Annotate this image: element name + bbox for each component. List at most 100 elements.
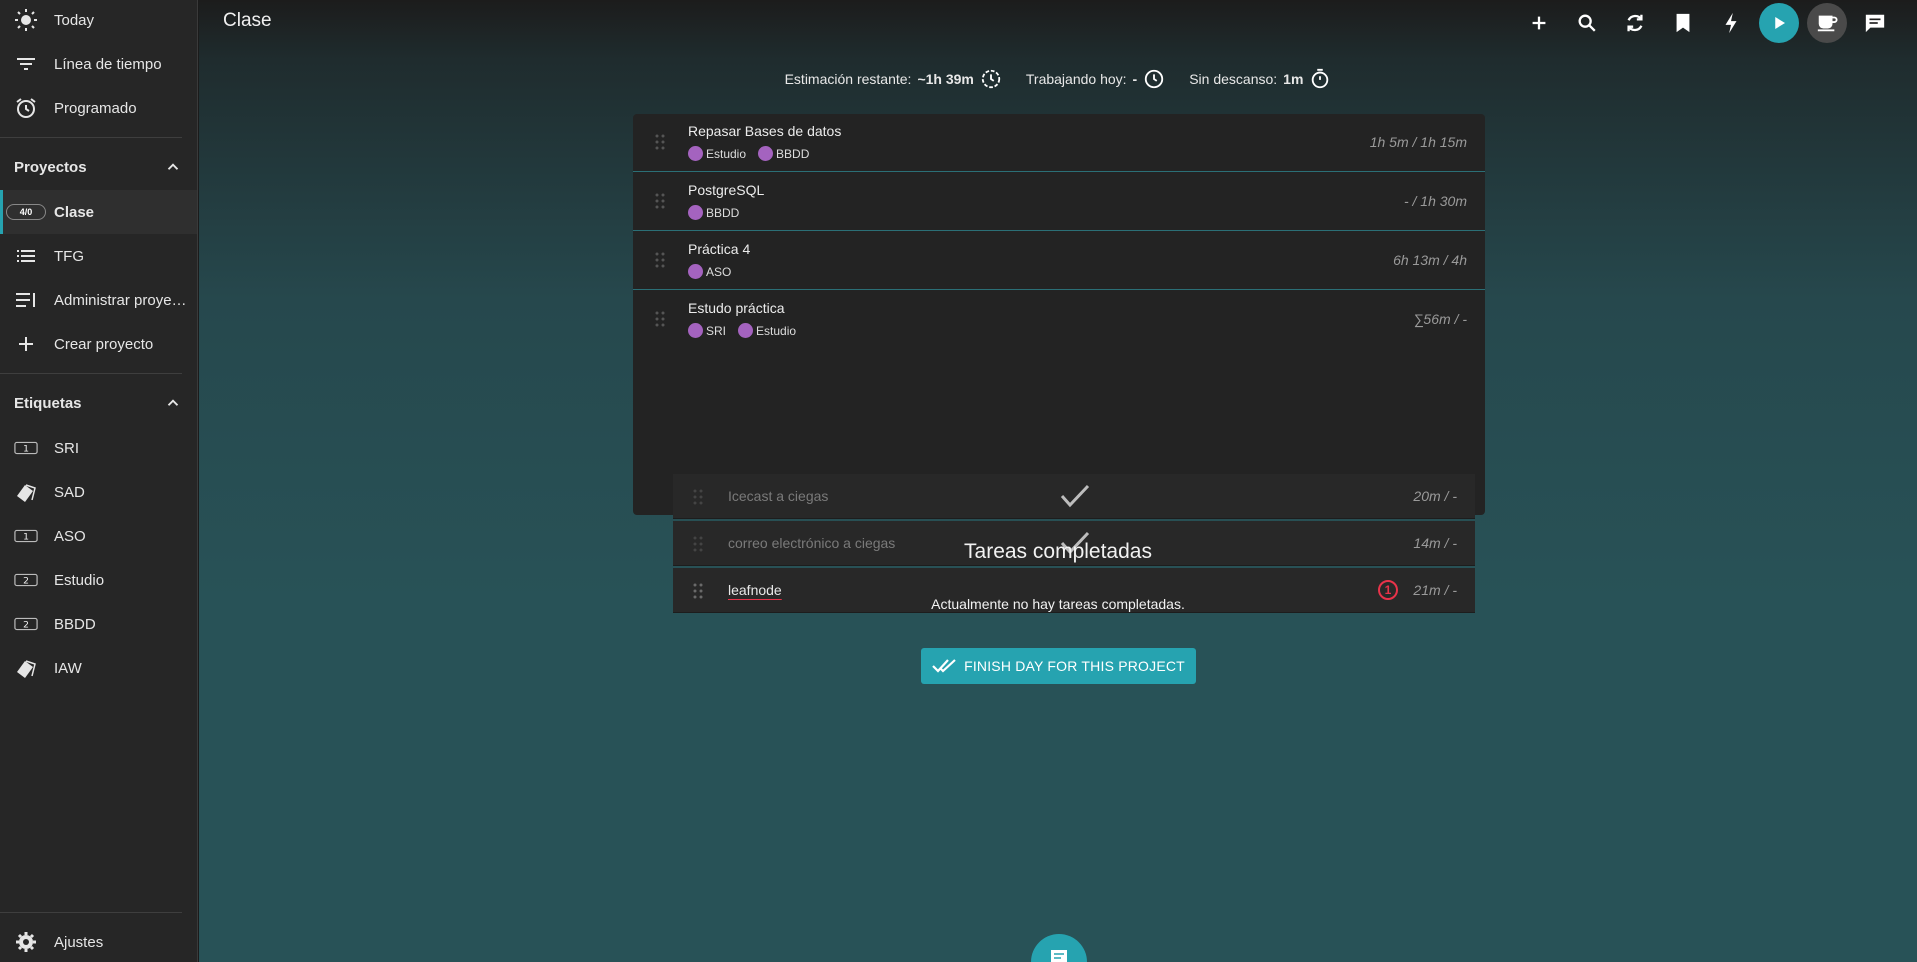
sidebar-item-tfg[interactable]: TFG [0,234,197,278]
task-row[interactable]: Estudo práctica SRI Estudio ∑56m / - [633,291,1485,349]
subtask-time: 20m / - [1413,488,1457,504]
search-icon [1578,14,1596,32]
sidebar-item-today[interactable]: Today [0,0,197,42]
sidebar-tag-sad[interactable]: SAD [0,470,197,514]
task-row[interactable]: Repasar Bases de datos Estudio BBDD 1h 5… [633,114,1485,172]
sidebar-item-settings[interactable]: Ajustes [0,920,197,962]
toolbar [1515,3,1899,43]
drag-handle-icon[interactable] [655,252,665,268]
sync-icon [1627,14,1643,32]
tag-chip[interactable]: ASO [688,264,731,279]
play-icon [1775,17,1785,29]
coffee-icon [1817,15,1838,32]
sidebar-item-label: Línea de tiempo [54,55,162,73]
stopwatch-icon [1312,68,1329,89]
stat-label: Trabajando hoy: [1025,71,1127,87]
sun-icon [14,8,38,32]
search-button[interactable] [1563,3,1611,43]
notes-button[interactable] [1851,3,1899,43]
sidebar-item-label: Ajustes [54,933,104,951]
sidebar: Today Línea de tiempo Programado Proyect… [0,0,198,962]
focus-mode-button[interactable] [1707,3,1755,43]
sidebar-item-scheduled[interactable]: Programado [0,86,197,130]
sidebar-item-label: ASO [54,527,86,545]
chevron-up-icon [167,399,179,406]
sidebar-item-label: Today [54,11,95,29]
subtask-title: Icecast a ciegas [728,488,829,504]
task-list: Repasar Bases de datos Estudio BBDD 1h 5… [633,114,1485,613]
drag-handle-icon[interactable] [693,489,703,505]
projects-heading: Proyectos [14,158,87,176]
timeline-icon [14,52,38,76]
cards-tag-icon [14,480,38,504]
sidebar-tag-sri[interactable]: 1 SRI [0,426,197,470]
tag-chip[interactable]: BBDD [758,146,809,161]
remaining-estimate: Estimación restante: ~1h 39m [785,68,1002,90]
sidebar-item-create-project[interactable]: Crear proyecto [0,322,197,366]
subtask-row[interactable]: Icecast a ciegas 20m / - [673,474,1475,519]
notes-fab-button[interactable] [1031,934,1087,962]
project-progress-badge: 4/0 [6,204,46,220]
projects-section-header[interactable]: Proyectos [14,155,182,179]
play-button[interactable] [1759,3,1799,43]
task-time: 1h 5m / 1h 15m [1369,134,1467,150]
divider [0,912,182,913]
completed-empty-text: Actualmente no hay tareas completadas. [931,596,1185,612]
lightning-icon [1725,12,1737,34]
tag-chip[interactable]: Estudio [738,323,796,338]
sidebar-item-label: Estudio [54,571,105,589]
task-tags: SRI Estudio [688,323,796,338]
task-title: Práctica 4 [688,241,751,257]
stats-bar: Estimación restante: ~1h 39m Trabajando … [199,68,1917,90]
tag-chip[interactable]: Estudio [688,146,746,161]
timer-tag-icon: 1 [14,524,38,548]
chevron-up-icon [167,163,179,170]
sidebar-item-timeline[interactable]: Línea de tiempo [0,42,197,86]
tags-section-header[interactable]: Etiquetas [14,391,182,415]
sidebar-item-label: Programado [54,99,137,117]
plus-icon [14,332,38,356]
checkmark-icon[interactable] [1059,482,1091,510]
task-row[interactable]: PostgreSQL BBDD - / 1h 30m [633,173,1485,231]
plus-icon [1532,16,1546,30]
completed-heading: Tareas completadas [964,540,1152,563]
timer-tag-icon: 2 [14,612,38,636]
break-button[interactable] [1807,3,1847,43]
tag-chip[interactable]: BBDD [688,205,739,220]
sidebar-tag-estudio[interactable]: 2 Estudio [0,558,197,602]
task-tags: Estudio BBDD [688,146,809,161]
sidebar-item-manage-projects[interactable]: Administrar proyectos [0,278,197,322]
task-time: 6h 13m / 4h [1393,252,1467,268]
timer-tag-icon: 2 [14,568,38,592]
svg-text:1: 1 [23,532,29,543]
sidebar-item-label: Clase [54,203,95,221]
sidebar-item-clase[interactable]: 4/0 Clase [0,190,197,234]
drag-handle-icon[interactable] [655,193,665,209]
bookmark-button[interactable] [1659,3,1707,43]
working-today: Trabajando hoy: - [1026,68,1165,90]
list-icon [14,244,38,268]
sidebar-tag-bbdd[interactable]: 2 BBDD [0,602,197,646]
drag-handle-icon[interactable] [655,311,665,327]
stat-value: ~1h 39m [917,71,974,87]
bookmark-icon [1676,13,1690,33]
sidebar-tag-aso[interactable]: 1 ASO [0,514,197,558]
sync-button[interactable] [1611,3,1659,43]
add-task-button[interactable] [1515,3,1563,43]
manage-list-icon [14,288,38,312]
sidebar-tag-iaw[interactable]: IAW [0,646,197,690]
task-row[interactable]: Práctica 4 ASO 6h 13m / 4h [633,232,1485,290]
stat-value: 1m [1283,71,1304,87]
stat-value: - [1132,71,1138,87]
task-title: PostgreSQL [688,182,765,198]
finish-day-button[interactable]: FINISH DAY FOR THIS PROJECT [921,648,1196,684]
clock-icon [981,69,1001,89]
tag-chip[interactable]: SRI [688,323,726,338]
svg-text:2: 2 [23,576,29,587]
sidebar-item-label: SRI [54,439,80,457]
drag-handle-icon[interactable] [655,134,665,150]
sidebar-item-label: BBDD [54,615,96,633]
sidebar-item-label: TFG [54,247,84,265]
finish-day-label: FINISH DAY FOR THIS PROJECT [964,658,1185,674]
task-time: ∑56m / - [1413,311,1467,327]
